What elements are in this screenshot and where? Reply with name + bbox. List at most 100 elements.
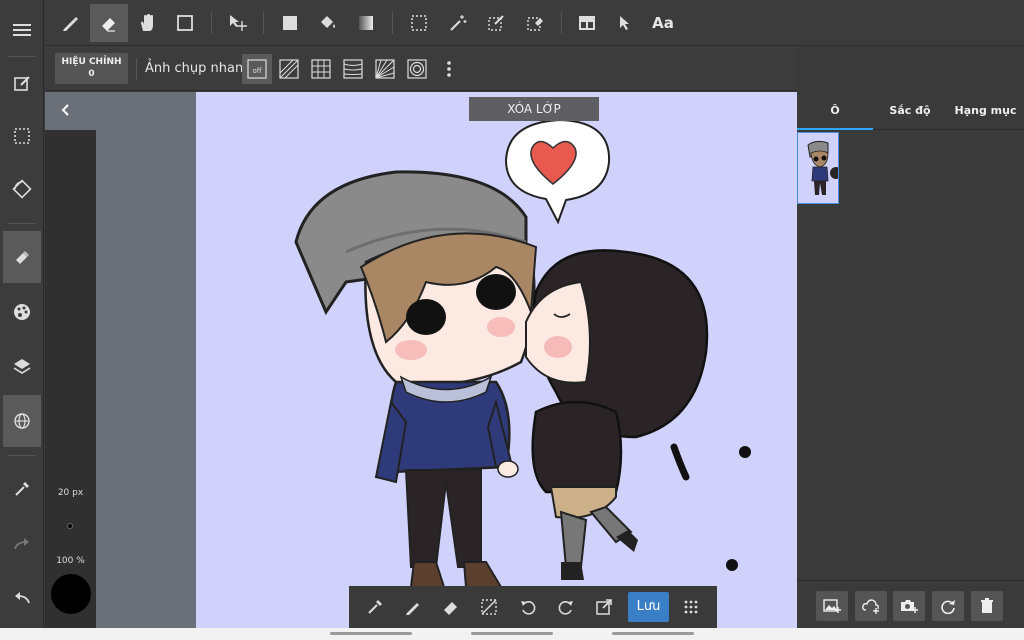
cloud-add-icon — [862, 599, 879, 614]
concentric-ruler-button[interactable] — [402, 54, 432, 84]
eraser-icon — [16, 251, 29, 264]
artwork — [294, 118, 751, 588]
gradient-icon — [359, 16, 373, 30]
panel-layout-icon — [579, 16, 595, 30]
text-tool-label: Aa — [652, 14, 674, 32]
quick-transform-button[interactable] — [589, 592, 619, 622]
perspective-ruler-button[interactable] — [338, 54, 368, 84]
object-select-button[interactable] — [606, 4, 644, 42]
radial-ruler-button[interactable] — [370, 54, 400, 84]
select-eraser-button[interactable] — [516, 4, 554, 42]
sub-toolbar: HIỆU CHỈNH 0 Ảnh chụp nhanh off — [45, 46, 797, 91]
external-link-icon — [596, 599, 612, 615]
clear-layer-button[interactable]: XÓA LỚP — [469, 97, 599, 121]
thumbnail-image — [807, 140, 838, 195]
eyedropper-icon — [368, 600, 382, 614]
refresh-icon — [941, 600, 955, 614]
tab-tones[interactable]: Sắc độ — [873, 92, 947, 130]
hand-tool-button[interactable] — [128, 4, 166, 42]
right-panel-tabs: Ô Sắc độ Hạng mục — [797, 92, 1024, 130]
collapse-panel-button[interactable] — [55, 100, 75, 120]
correction-value: 0 — [88, 69, 95, 79]
move-icon — [230, 15, 247, 31]
quick-eyedropper-button[interactable] — [360, 592, 390, 622]
move-tool-button[interactable] — [219, 4, 257, 42]
nav-pill-left[interactable] — [330, 632, 412, 635]
drawing-canvas[interactable]: XÓA LỚP — [196, 92, 797, 628]
quick-deselect-button[interactable] — [474, 592, 504, 622]
radial-lines-icon — [375, 59, 395, 79]
quick-redo-button[interactable] — [551, 592, 581, 622]
eraser-tool-button[interactable] — [90, 4, 128, 42]
magic-wand-button[interactable] — [439, 4, 477, 42]
layers-button[interactable] — [3, 340, 41, 392]
color-palette-button[interactable] — [3, 286, 41, 338]
bucket-tool-button[interactable] — [309, 4, 347, 42]
refresh-button[interactable] — [932, 591, 964, 621]
nav-pill-center[interactable] — [471, 632, 553, 635]
concentric-circles-icon — [407, 59, 427, 79]
material-thumbnail[interactable] — [797, 132, 839, 204]
rotate-left-icon — [521, 601, 536, 615]
more-options-button[interactable] — [434, 54, 464, 84]
quick-undo-button[interactable] — [513, 592, 543, 622]
hamburger-icon — [13, 24, 31, 36]
rotate-view-button[interactable] — [3, 163, 41, 215]
add-image-icon — [823, 599, 841, 613]
correction-button[interactable]: HIỆU CHỈNH 0 — [55, 53, 128, 84]
parallel-ruler-button[interactable] — [274, 54, 304, 84]
system-navigation-bar — [0, 628, 1024, 640]
globe-icon — [14, 413, 30, 429]
snapshot-off-icon: off — [247, 59, 267, 79]
correction-label: HIỆU CHỈNH — [61, 57, 122, 67]
camera-add-icon — [901, 600, 918, 613]
brush-panel-area: 20 px 100 % — [45, 92, 196, 628]
tab-cells[interactable]: Ô — [797, 92, 873, 130]
current-color-swatch[interactable] — [51, 574, 91, 614]
layers-icon — [13, 359, 31, 374]
text-tool-button[interactable]: Aa — [644, 4, 682, 42]
save-button[interactable]: Lưu — [628, 592, 669, 622]
add-cloud-button[interactable] — [855, 591, 887, 621]
redo-button[interactable] — [3, 518, 41, 570]
brush-size-label: 20 px — [57, 488, 84, 498]
add-image-button[interactable] — [816, 591, 848, 621]
tab-items[interactable]: Hạng mục — [947, 92, 1024, 130]
right-panel: Ô Sắc độ Hạng mục — [797, 92, 1024, 628]
delete-button[interactable] — [971, 591, 1003, 621]
cursor-icon — [620, 16, 629, 30]
grid-ruler-button[interactable] — [306, 54, 336, 84]
edit-icon — [14, 76, 30, 91]
add-camera-button[interactable] — [893, 591, 925, 621]
select-eraser-icon — [527, 17, 543, 31]
rotate-right-icon — [558, 601, 573, 615]
top-toolbar: Aa — [45, 0, 1024, 46]
grid-icon — [311, 59, 331, 79]
eraser-mode-button[interactable] — [3, 231, 41, 283]
quick-bar-menu-button[interactable] — [676, 592, 706, 622]
fill-rect-tool-button[interactable] — [271, 4, 309, 42]
shape-tool-button[interactable] — [166, 4, 204, 42]
undo-button[interactable] — [3, 572, 41, 624]
selection-button[interactable] — [3, 110, 41, 162]
nav-pill-right[interactable] — [612, 632, 694, 635]
menu-button[interactable] — [3, 4, 41, 56]
select-pen-button[interactable] — [477, 4, 515, 42]
gradient-tool-button[interactable] — [347, 4, 385, 42]
pen-tool-button[interactable] — [51, 4, 89, 42]
palette-icon — [14, 304, 30, 320]
snapshot-off-button[interactable]: off — [242, 54, 272, 84]
material-button[interactable] — [3, 395, 41, 447]
snapshot-label: Ảnh chụp nhanh — [145, 61, 252, 76]
trash-icon — [981, 598, 993, 613]
quick-eraser-button[interactable] — [436, 592, 466, 622]
quick-pen-button[interactable] — [398, 592, 428, 622]
selection-icon — [14, 128, 30, 144]
eyedropper-button[interactable] — [3, 463, 41, 515]
brush-size-preview[interactable] — [68, 524, 72, 528]
rect-select-button[interactable] — [400, 4, 438, 42]
frame-divider-button[interactable] — [568, 4, 606, 42]
marquee-icon — [411, 15, 427, 31]
redo-icon — [14, 538, 29, 550]
edit-button[interactable] — [3, 58, 41, 110]
